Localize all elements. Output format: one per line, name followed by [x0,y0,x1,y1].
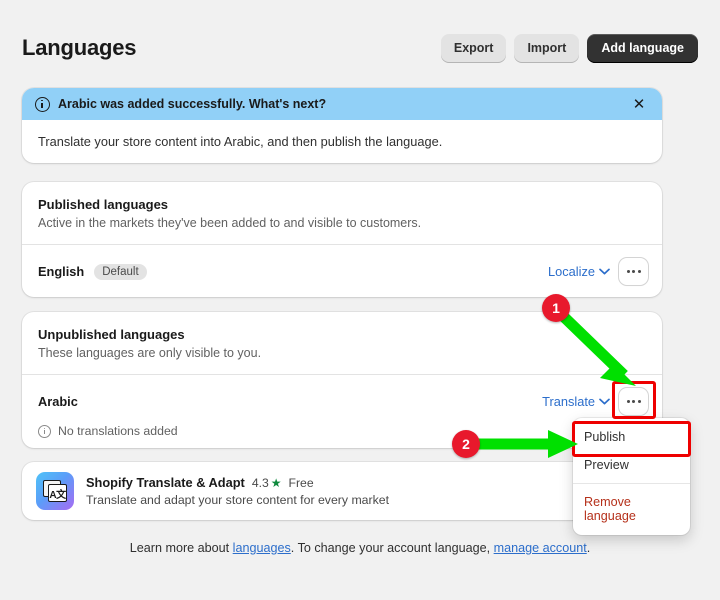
app-recommendation-card[interactable]: A文 Shopify Translate & Adapt 4.3 ★ Free … [22,462,662,520]
kebab-menu-icon-english[interactable] [619,258,648,285]
default-badge: Default [94,263,147,280]
app-name: Shopify Translate & Adapt [86,475,245,490]
language-name: English [38,264,85,279]
page-header: Languages Export Import Add language [0,26,720,70]
highlight-box-kebab [612,381,656,419]
unpublished-subtitle: These languages are only visible to you. [38,346,262,360]
banner-header: Arabic was added successfully. What's ne… [22,88,662,120]
header-actions: Export Import Add language [440,33,698,63]
published-subtitle: Active in the markets they've been added… [38,216,422,230]
add-language-button[interactable]: Add language [587,33,698,63]
highlight-box-publish [572,421,691,457]
success-banner: Arabic was added successfully. What's ne… [22,88,662,163]
info-circle-icon [35,96,50,112]
close-icon[interactable]: ✕ [628,93,650,115]
step-marker-2: 2 [452,430,480,458]
import-button[interactable]: Import [514,33,580,63]
language-name: Arabic [38,394,78,409]
app-description: Translate and adapt your store content f… [86,493,390,507]
footer-text-middle: . To change your account language, [290,541,494,555]
language-row-english: English Default Localize [22,245,662,285]
localize-action[interactable]: Localize [548,264,610,279]
no-translations-note: No translations added [22,415,662,438]
published-header: Published languages Active in the market… [22,182,662,244]
page-title: Languages [22,35,137,60]
star-icon: ★ [270,475,282,490]
footer-text-after: . [586,541,591,555]
published-title: Published languages [38,197,169,212]
unpublished-title: Unpublished languages [38,327,185,342]
row-actions: Localize [548,258,648,285]
step-marker-1: 1 [542,294,570,322]
translate-label: Translate [542,394,595,409]
footer: Learn more about languages. To change yo… [0,541,720,555]
no-translations-label: No translations added [58,424,178,438]
app-rating: 4.3 ★ [252,476,282,490]
app-price: Free [288,475,314,490]
chevron-down-icon [599,268,610,275]
app-icon-front-card: A文 [48,484,67,502]
app-row: A文 Shopify Translate & Adapt 4.3 ★ Free … [22,462,662,520]
banner-body: Translate your store content into Arabic… [38,134,443,149]
languages-link[interactable]: languages [233,541,291,555]
translate-action[interactable]: Translate [542,394,610,409]
languages-page: Languages Export Import Add language Ara… [0,0,720,600]
menu-item-remove-language[interactable]: Remove language [573,488,690,530]
app-title-line: Shopify Translate & Adapt 4.3 ★ Free [86,475,389,490]
app-rating-value: 4.3 [251,475,269,490]
app-text: Shopify Translate & Adapt 4.3 ★ Free Tra… [86,475,389,507]
chevron-down-icon [599,398,610,405]
info-circle-icon [38,424,51,438]
menu-divider [573,483,690,484]
manage-account-link[interactable]: manage account [494,541,587,555]
unpublished-header: Unpublished languages These languages ar… [22,312,662,374]
translate-app-icon: A文 [36,472,74,510]
localize-label: Localize [548,264,595,279]
export-button[interactable]: Export [440,33,507,63]
footer-text-before: Learn more about [129,541,233,555]
published-languages-card: Published languages Active in the market… [22,182,662,297]
language-row-arabic: Arabic Translate [22,375,662,415]
unpublished-languages-card: Unpublished languages These languages ar… [22,312,662,448]
banner-title: Arabic was added successfully. What's ne… [58,97,327,111]
